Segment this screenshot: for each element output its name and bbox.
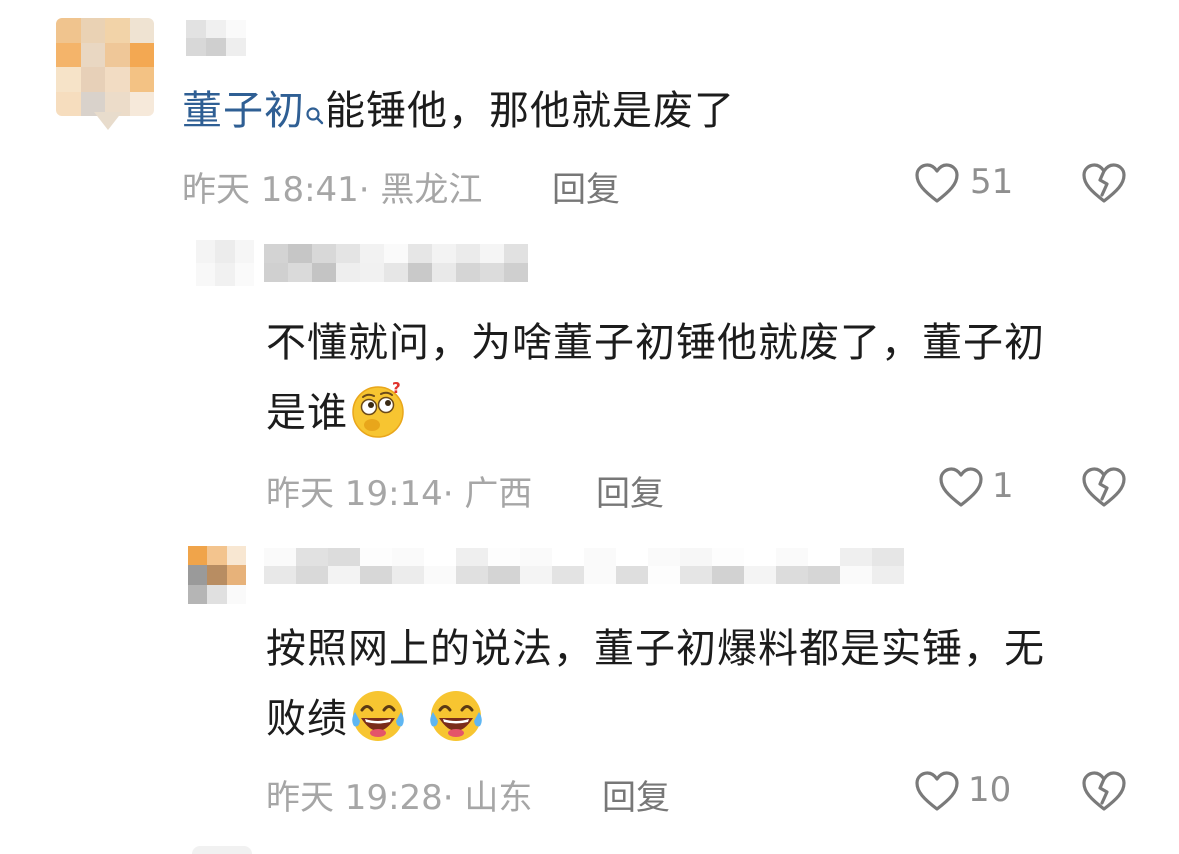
search-icon[interactable] — [305, 78, 325, 148]
comment-text: 按照网上的说法，董子初爆料都是实锤，无 败绩 — [266, 614, 1045, 754]
comment-meta: 昨天 19:28· 山东 — [266, 778, 533, 818]
avatar[interactable] — [56, 18, 154, 116]
reply-button[interactable]: 回复 — [552, 162, 620, 211]
comment-text: 不懂就问，为啥董子初锤他就废了，董子初 是谁 ? — [266, 308, 1045, 448]
broken-heart-icon[interactable] — [1081, 466, 1127, 508]
comment-body: 能锤他，那他就是废了 — [325, 88, 735, 134]
comment-meta: 昨天 18:41· 黑龙江 — [182, 170, 483, 210]
username-blurred[interactable] — [186, 20, 246, 56]
tears-of-joy-emoji — [348, 686, 408, 746]
reply-button[interactable]: 回复 — [596, 466, 664, 515]
like-count: 51 — [970, 162, 1014, 202]
comment-line: 按照网上的说法，董子初爆料都是实锤，无 — [266, 626, 1045, 672]
comment-meta: 昨天 19:14· 广西 — [266, 474, 533, 514]
comment-line-with-emoji: 是谁 ? — [266, 378, 1045, 448]
broken-heart-icon[interactable] — [1081, 162, 1127, 204]
comment-line-with-emoji: 败绩 — [266, 684, 1045, 754]
next-comment-avatar-edge — [192, 846, 252, 854]
reply-button[interactable]: 回复 — [602, 770, 670, 819]
heart-outline-icon[interactable] — [914, 162, 960, 204]
avatar[interactable] — [196, 240, 254, 286]
username-blurred[interactable] — [264, 244, 528, 282]
mention-link[interactable]: 董子初 — [182, 88, 305, 134]
comment-text: 董子初 能锤他，那他就是废了 — [182, 76, 735, 148]
like-count: 10 — [968, 770, 1012, 810]
thinking-face-emoji: ? — [348, 379, 408, 440]
like-count: 1 — [992, 466, 1014, 506]
broken-heart-icon[interactable] — [1081, 770, 1127, 812]
avatar[interactable] — [188, 546, 246, 604]
comment-line: 败绩 — [266, 696, 348, 742]
avatar-tail — [94, 112, 122, 130]
svg-text:?: ? — [392, 380, 402, 397]
tears-of-joy-emoji — [426, 686, 486, 746]
comment-line: 不懂就问，为啥董子初锤他就废了，董子初 — [266, 320, 1045, 366]
heart-outline-icon[interactable] — [938, 466, 984, 508]
heart-outline-icon[interactable] — [914, 770, 960, 812]
username-blurred[interactable] — [264, 548, 904, 584]
comment-line: 是谁 — [266, 390, 348, 436]
